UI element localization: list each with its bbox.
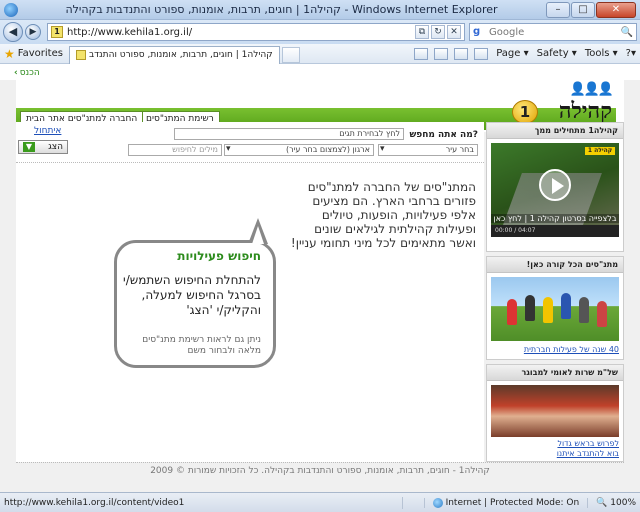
refresh-icon[interactable]: ↻ [431, 25, 445, 39]
stop-icon[interactable]: ✕ [447, 25, 461, 39]
sidebar-box-volunteer: של"מ שרות לאומי למבוגר לפרוש בראש גדול ב… [486, 364, 624, 462]
forward-button[interactable]: ▶ [25, 24, 41, 40]
video-badge: קהילה 1 [585, 147, 615, 155]
status-url: http://www.kehila1.org.il/content/video1 [4, 497, 185, 508]
compat-view-icon[interactable]: ⧉ [415, 25, 429, 39]
tab-title: קהילה1 | חוגים, תרבות, אומנות, ספורט והת… [88, 50, 273, 60]
browser-tab[interactable]: קהילה1 | חוגים, תרבות, אומנות, ספורט והת… [68, 45, 280, 64]
help-menu[interactable]: ?▾ [626, 48, 636, 59]
star-icon: ★ [4, 46, 15, 61]
globe-icon [432, 497, 443, 508]
back-button[interactable]: ◀ [3, 22, 23, 42]
bubble-text: להתחלת החיפוש השתמש/י בסרגל החיפוש למעלה… [123, 273, 261, 317]
status-bar: http://www.kehila1.org.il/content/video1… [0, 492, 640, 512]
video-player[interactable]: קהילה 1 בלצפייה בסרטון קהילה 1 | לחץ כאן… [491, 143, 619, 237]
box-title: קהילה1 מתחילים ממך [487, 123, 623, 139]
arrow-down-icon: ▼ [23, 142, 35, 152]
divider [16, 162, 484, 163]
show-button[interactable]: ▼ הצג [18, 140, 68, 154]
safety-menu[interactable]: Safety ▾ [537, 48, 577, 59]
tools-menu[interactable]: Tools ▾ [585, 48, 618, 59]
page-menu[interactable]: Page ▾ [496, 48, 528, 59]
minimize-button[interactable]: – [546, 1, 570, 18]
photo-figure [561, 293, 571, 319]
bubble-subtext: ניתן גם לראות רשימת מתנ"סים מלאה ולבחור … [142, 335, 261, 356]
box-title: מתנ"סים הכל קורה כאן! [487, 257, 623, 273]
kids-photo[interactable] [491, 277, 619, 341]
box-title: של"מ שרות לאומי למבוגר [487, 365, 623, 381]
bubble-pointer-inner [252, 226, 264, 244]
search-label: מה אתה מחפש? [409, 130, 478, 140]
photo-figure [507, 299, 517, 325]
feeds-icon[interactable] [434, 47, 449, 60]
volunteers-photo[interactable] [491, 385, 619, 437]
sidebar-box-mtnsim: מתנ"סים הכל קורה כאן! 40 שנה של פעילות ח… [486, 256, 624, 360]
web-page: ‹ הכנס רשימת המתנ"סים החברה למתנ"סים אתר … [0, 64, 640, 492]
security-status [401, 496, 424, 509]
org-select[interactable]: ארגון (לצמצום בחר עיר) [224, 144, 374, 156]
photo-figure [579, 297, 589, 323]
search-box[interactable]: g 🔍 [469, 23, 637, 41]
new-tab-button[interactable] [281, 46, 300, 63]
home-icon[interactable] [414, 47, 429, 60]
volunteer-link[interactable]: בוא להתנדב איתנו [491, 449, 619, 459]
footer-divider [16, 462, 624, 463]
mail-icon[interactable] [454, 47, 469, 60]
google-icon: g [473, 26, 481, 37]
footer-text: קהילה1 - חוגים, תרבות, אומנות, ספורט והת… [150, 466, 490, 476]
play-icon[interactable] [539, 169, 571, 201]
address-field[interactable]: 1 http://www.kehila1.org.il/ ⧉ ↻ ✕ [47, 23, 465, 41]
reset-link[interactable]: איתחול [34, 126, 61, 136]
zone-text: Internet | Protected Mode: On [445, 497, 580, 508]
show-button-label: הצג [48, 142, 63, 152]
favorites-button[interactable]: ★ Favorites [4, 47, 63, 61]
zoom-icon: 🔍 [596, 497, 611, 508]
photo-figure [543, 297, 553, 323]
tags-select[interactable]: לחץ לבחירת תגים [174, 128, 404, 140]
people-logo-icon: 👤👤👤 [569, 82, 614, 97]
address-bar-row: ◀ ▶ 1 http://www.kehila1.org.il/ ⧉ ↻ ✕ g… [0, 20, 640, 44]
zoom-level: 100% [610, 497, 636, 508]
favorites-bar: ★ Favorites קהילה1 | חוגים, תרבות, אומנו… [0, 44, 640, 64]
video-time: 00:00 / 04:07 [491, 225, 619, 237]
top-strip [0, 64, 640, 80]
activity-link[interactable]: 40 שנה של פעילות חברתית [491, 345, 619, 355]
zoom-control[interactable]: 🔍 100% [587, 497, 636, 508]
favorites-label: Favorites [17, 48, 63, 59]
zone-status[interactable]: Internet | Protected Mode: On [423, 497, 588, 508]
tab-favicon-icon [75, 50, 86, 60]
retire-link[interactable]: לפרוש בראש גדול [491, 439, 619, 449]
bubble-title: חיפוש פעילויות [177, 249, 261, 263]
close-button[interactable]: ✕ [596, 1, 636, 18]
logo-number-badge: 1 [512, 100, 538, 124]
chevron-left-icon: ‹ [14, 68, 18, 78]
search-input[interactable] [489, 26, 621, 38]
maximize-button[interactable]: □ [571, 1, 595, 18]
search-icon[interactable]: 🔍 [621, 27, 633, 38]
ie-logo-icon [4, 2, 18, 17]
print-icon[interactable] [474, 47, 489, 60]
intro-text: המתנ"סים של החברה למתנ"סים פזורים ברחבי … [290, 180, 476, 250]
window-titlebar: קהילה1 | חוגים, תרבות, אומנות, ספורט והת… [0, 0, 640, 20]
search-help-bubble: חיפוש פעילויות להתחלת החיפוש השתמש/י בסר… [114, 240, 276, 368]
enter-link[interactable]: ‹ הכנס [14, 68, 40, 78]
search-panel: מה אתה מחפש? לחץ לבחירת תגים בחר עיר ארג… [16, 124, 484, 162]
command-bar: Page ▾ Safety ▾ Tools ▾ ?▾ [300, 47, 636, 60]
photo-figure [597, 301, 607, 327]
enter-link-label: הכנס [19, 68, 40, 78]
sidebar-box-video: קהילה1 מתחילים ממך קהילה 1 בלצפייה בסרטו… [486, 122, 624, 252]
logo-word: קהילה [558, 98, 612, 124]
site-favicon-icon: 1 [51, 26, 63, 38]
photo-figure [525, 295, 535, 321]
window-controls: – □ ✕ [545, 1, 636, 18]
sidebar: קהילה1 מתחילים ממך קהילה 1 בלצפייה בסרטו… [486, 122, 624, 462]
city-select[interactable]: בחר עיר [378, 144, 478, 156]
window-title: קהילה1 | חוגים, תרבות, אומנות, ספורט והת… [65, 3, 498, 16]
main-content: מה אתה מחפש? לחץ לבחירת תגים בחר עיר ארג… [16, 122, 484, 462]
address-url[interactable]: http://www.kehila1.org.il/ [67, 27, 413, 38]
keywords-input[interactable]: מילים לחיפוש [128, 144, 222, 156]
video-caption[interactable]: בלצפייה בסרטון קהילה 1 | לחץ כאן [491, 214, 619, 223]
